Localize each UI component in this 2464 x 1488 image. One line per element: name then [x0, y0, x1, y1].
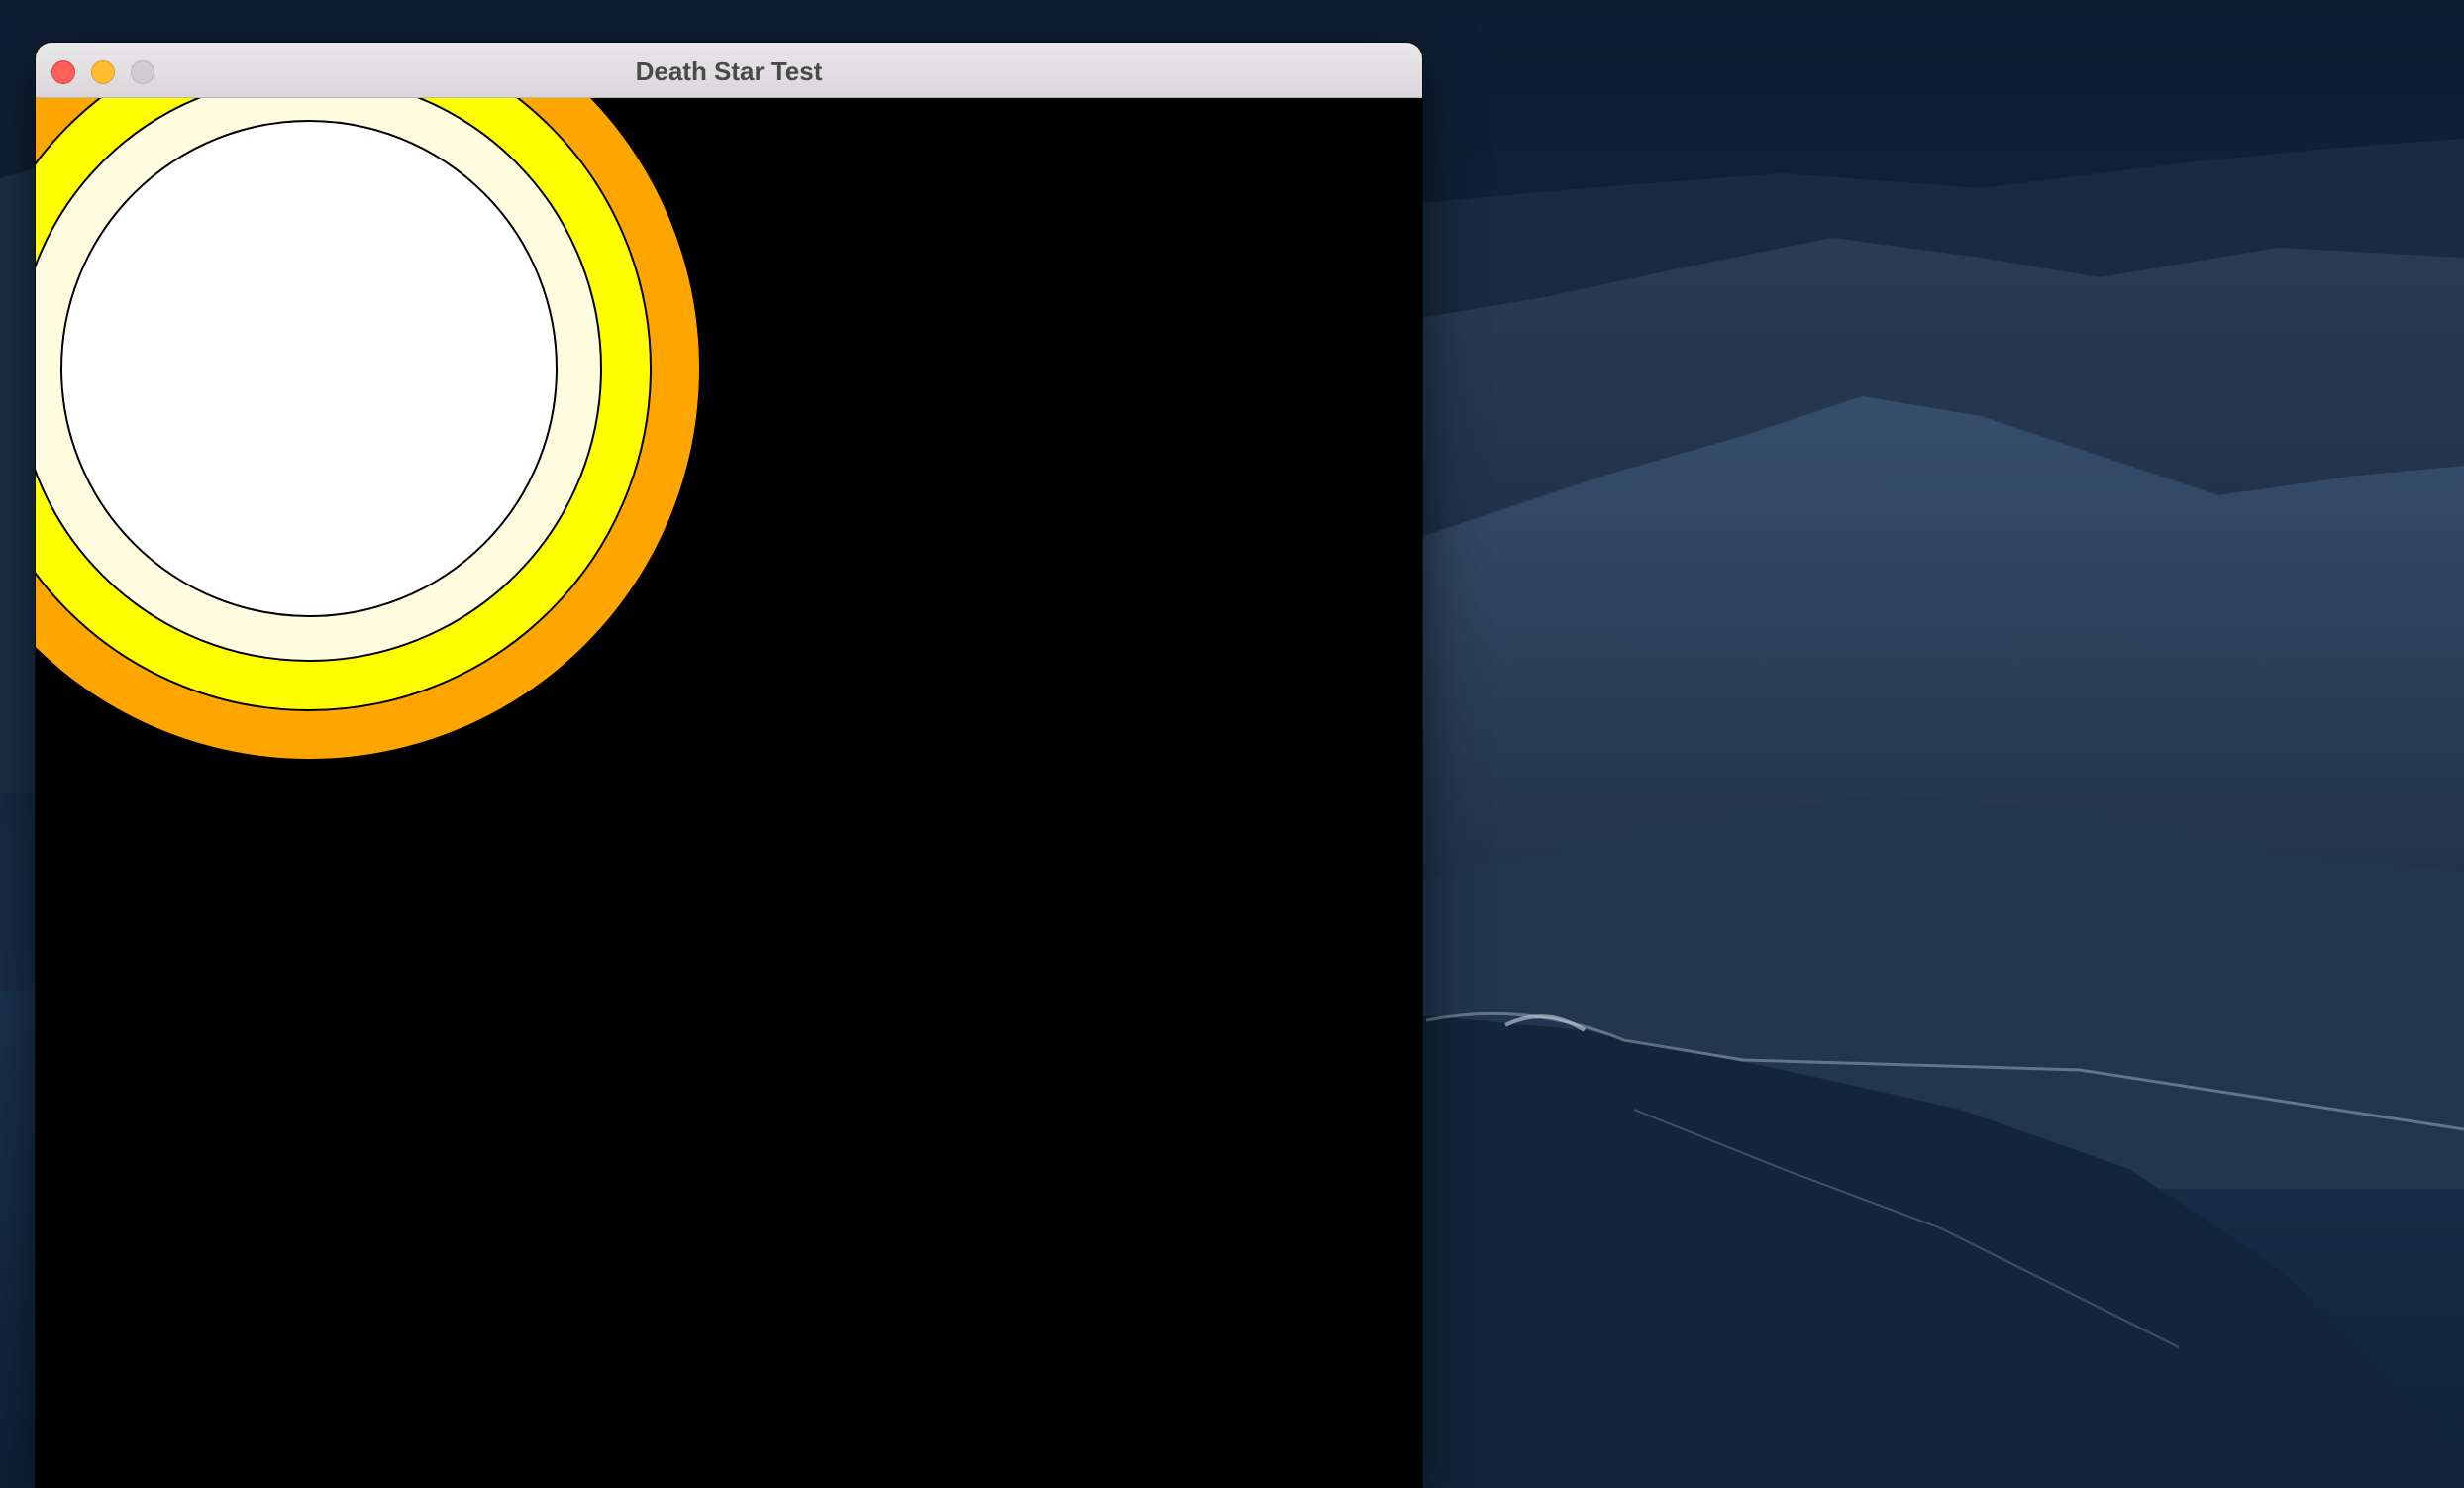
- title-bar[interactable]: Death Star Test: [36, 43, 1422, 98]
- drawing-canvas[interactable]: [36, 98, 1422, 1488]
- window-title: Death Star Test: [635, 56, 823, 86]
- canvas-drawing: [36, 98, 1422, 1488]
- core: [60, 120, 558, 617]
- app-window: Death Star Test: [36, 43, 1422, 1488]
